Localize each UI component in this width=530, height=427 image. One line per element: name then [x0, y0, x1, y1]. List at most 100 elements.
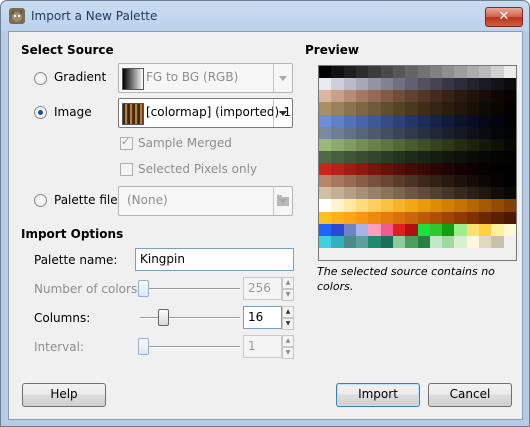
palette-swatch	[343, 150, 356, 163]
palette-swatch	[491, 138, 504, 151]
palette-swatch	[491, 66, 504, 79]
palette-name-label: Palette name:	[34, 253, 118, 267]
gradient-radio[interactable]	[34, 72, 47, 85]
palette-swatch	[319, 102, 332, 115]
spin-down-icon[interactable]: ▼	[282, 347, 294, 359]
palette-name-field[interactable]: Kingpin	[135, 248, 294, 271]
palette-swatch	[479, 223, 492, 236]
palette-swatch	[491, 102, 504, 115]
palette-swatch	[503, 126, 516, 139]
palette-file-chooser[interactable]: (None)	[118, 186, 293, 216]
number-of-colors-spinner[interactable]: ▲ ▼	[282, 277, 294, 301]
interval-value: 1	[248, 339, 256, 353]
spin-up-icon[interactable]: ▲	[282, 306, 294, 318]
palette-swatch	[454, 138, 467, 151]
palette-swatch	[466, 187, 480, 200]
close-button[interactable]: ✕	[485, 7, 523, 27]
gimp-app-icon	[9, 8, 25, 24]
palette-swatch	[503, 102, 516, 115]
interval-field[interactable]: 1	[243, 335, 282, 358]
palette-swatch	[368, 78, 381, 91]
palette-swatch	[405, 247, 418, 260]
columns-slider[interactable]	[158, 309, 169, 326]
title-bar[interactable]: Import a New Palette ✕	[1, 1, 529, 31]
help-button[interactable]: Help	[22, 383, 106, 407]
preview-heading: Preview	[305, 43, 360, 57]
palette-swatch	[405, 126, 418, 139]
palette-swatch	[442, 114, 455, 127]
palette-swatch	[491, 223, 504, 236]
palette-swatch	[503, 78, 516, 91]
columns-field[interactable]: 16	[243, 306, 282, 329]
palette-swatch	[503, 163, 516, 176]
palette-swatch	[392, 175, 406, 188]
dialog-body: Select Source Gradient FG to BG (RGB) Im…	[8, 31, 523, 420]
image-combo[interactable]: [colormap] (imported)-1	[118, 98, 293, 128]
cancel-button[interactable]: Cancel	[428, 383, 512, 407]
number-of-colors-slider[interactable]	[138, 280, 149, 297]
spin-up-icon[interactable]: ▲	[282, 277, 294, 289]
interval-slider[interactable]	[138, 338, 149, 355]
palette-swatch	[479, 175, 492, 188]
columns-spinner[interactable]: ▲ ▼	[282, 306, 294, 330]
window-title: Import a New Palette	[31, 9, 158, 23]
interval-label: Interval:	[34, 340, 84, 354]
palette-swatch	[454, 199, 467, 212]
palette-swatch	[405, 163, 418, 176]
palette-swatch	[479, 78, 492, 91]
image-label: Image	[54, 105, 92, 119]
palette-swatch	[331, 114, 344, 127]
number-of-colors-field[interactable]: 256	[243, 277, 282, 300]
sample-merged-label: Sample Merged	[138, 136, 232, 150]
palette-swatch	[405, 78, 418, 91]
gradient-combo[interactable]: FG to BG (RGB)	[118, 63, 293, 93]
palette-swatch	[442, 78, 455, 91]
palette-swatch	[355, 187, 369, 200]
image-radio[interactable]	[34, 106, 47, 119]
palette-swatch	[442, 150, 455, 163]
palette-swatch	[368, 114, 381, 127]
palette-swatch	[380, 223, 393, 236]
select-source-heading: Select Source	[21, 43, 114, 57]
palette-swatch	[343, 102, 356, 115]
palette-swatch	[491, 78, 504, 91]
palette-swatch	[331, 138, 344, 151]
palette-swatch	[454, 187, 467, 200]
palette-swatch	[491, 150, 504, 163]
spin-up-icon[interactable]: ▲	[282, 335, 294, 347]
interval-spinner[interactable]: ▲ ▼	[282, 335, 294, 359]
palette-swatch	[380, 90, 393, 103]
palette-file-radio[interactable]	[34, 194, 47, 207]
palette-swatch	[454, 150, 467, 163]
palette-swatch	[368, 235, 381, 248]
palette-swatch	[417, 66, 430, 79]
palette-swatch	[343, 66, 356, 79]
import-button[interactable]: Import	[336, 383, 420, 407]
palette-swatch	[491, 114, 504, 127]
palette-swatch	[429, 235, 443, 248]
palette-swatch	[331, 163, 344, 176]
palette-swatch	[331, 235, 344, 248]
chevron-down-icon	[273, 99, 292, 127]
palette-swatch	[331, 247, 344, 260]
palette-swatch	[442, 126, 455, 139]
palette-swatch	[343, 114, 356, 127]
palette-swatch	[380, 163, 393, 176]
palette-swatch	[380, 114, 393, 127]
palette-swatch	[392, 90, 406, 103]
palette-swatch	[479, 90, 492, 103]
palette-swatch	[479, 247, 492, 260]
palette-swatch	[417, 163, 430, 176]
palette-swatch	[491, 126, 504, 139]
palette-swatch	[343, 211, 356, 224]
selected-pixels-only-checkbox[interactable]	[120, 163, 133, 176]
palette-swatch	[331, 90, 344, 103]
palette-swatch	[368, 150, 381, 163]
palette-swatch	[392, 114, 406, 127]
spin-down-icon[interactable]: ▼	[282, 318, 294, 330]
sample-merged-checkbox[interactable]	[120, 135, 133, 150]
spin-down-icon[interactable]: ▼	[282, 289, 294, 301]
chevron-down-icon	[273, 64, 292, 92]
image-combo-value: [colormap] (imported)-1	[146, 105, 292, 119]
palette-swatch	[392, 235, 406, 248]
